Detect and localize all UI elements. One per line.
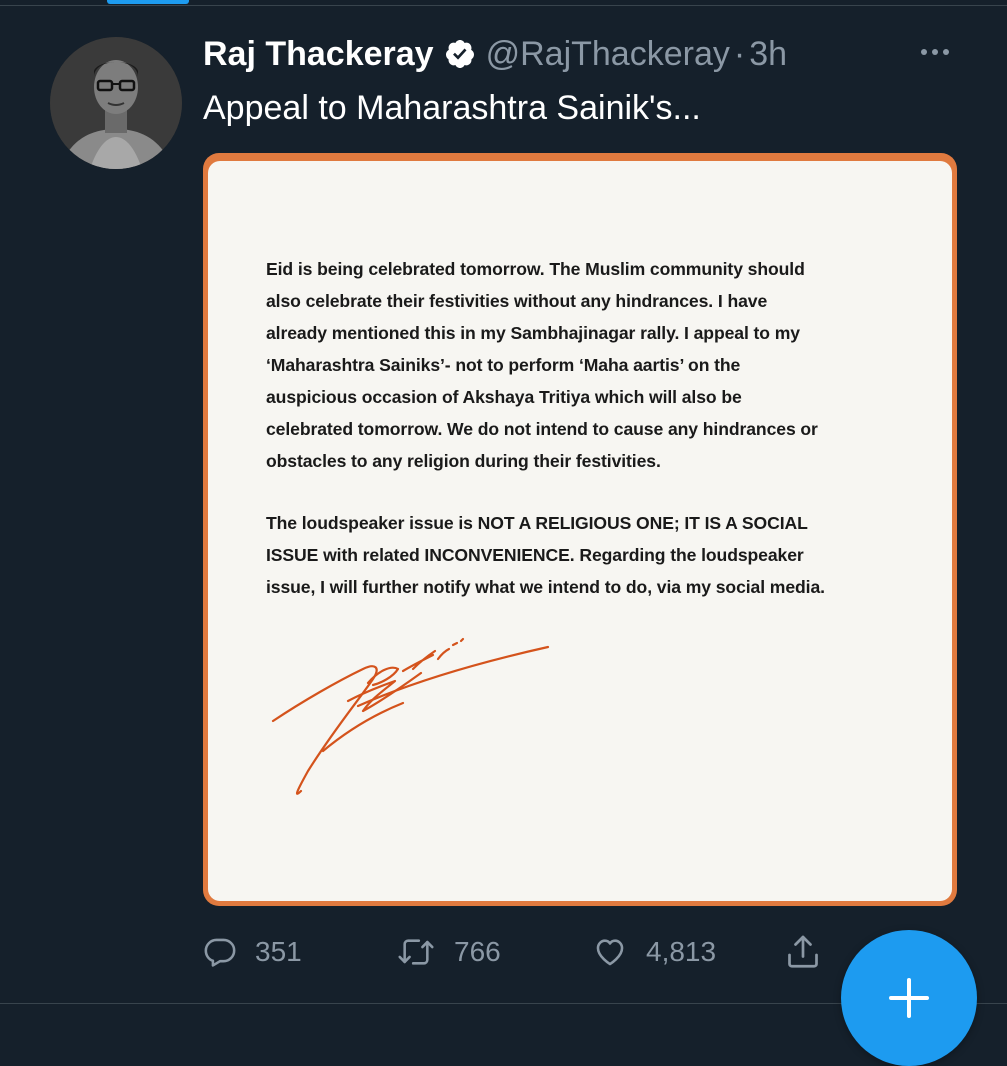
- letter-line: Eid is being celebrated tomorrow. The Mu…: [266, 259, 805, 279]
- compose-tweet-button[interactable]: [841, 930, 977, 1066]
- retweet-icon: [398, 939, 434, 965]
- letter-paper: Eid is being celebrated tomorrow. The Mu…: [208, 161, 952, 901]
- share-icon: [788, 935, 818, 968]
- letter-body: Eid is being celebrated tomorrow. The Mu…: [266, 253, 926, 603]
- more-icon[interactable]: [915, 42, 955, 62]
- tweet-header: Raj Thackeray @RajThackeray · 3h: [203, 30, 787, 78]
- letter-line: ISSUE with related INCONVENIENCE. Regard…: [266, 545, 804, 565]
- retweet-button[interactable]: 766: [396, 928, 501, 976]
- author-avatar[interactable]: [50, 37, 182, 169]
- heart-icon: [596, 939, 624, 966]
- header-separator: ·: [733, 34, 746, 73]
- verified-badge-icon: [444, 38, 476, 70]
- like-count: 4,813: [646, 936, 717, 967]
- avatar-photo: [50, 37, 182, 169]
- letter-line: auspicious occasion of Akshaya Tritiya w…: [266, 387, 742, 407]
- share-button[interactable]: [785, 928, 821, 976]
- top-divider: [0, 5, 1007, 6]
- tweet-media-image[interactable]: Eid is being celebrated tomorrow. The Mu…: [203, 153, 957, 906]
- like-button[interactable]: 4,813: [592, 928, 716, 976]
- letter-line: obstacles to any religion during their f…: [266, 451, 661, 471]
- more-dot: [943, 49, 949, 55]
- reply-count: 351: [255, 936, 302, 967]
- active-tab-indicator: [107, 0, 189, 4]
- retweet-count: 766: [454, 936, 501, 967]
- letter-line: ‘Maharashtra Sainiks’- not to perform ‘M…: [266, 355, 741, 375]
- tweet-text: Appeal to Maharashtra Sainik's...: [203, 89, 701, 127]
- signature-image: [271, 637, 550, 795]
- letter-line: The loudspeaker issue is NOT A RELIGIOUS…: [266, 513, 808, 533]
- letter-line: issue, I will further notify what we int…: [266, 577, 825, 597]
- letter-line: already mentioned this in my Sambhajinag…: [266, 323, 800, 343]
- reply-button[interactable]: 351: [203, 928, 302, 976]
- more-dot: [921, 49, 927, 55]
- tweet-actions: 351 766 4,813: [203, 928, 843, 976]
- author-handle[interactable]: @RajThackeray: [486, 35, 730, 74]
- more-dot: [932, 49, 938, 55]
- letter-line: celebrated tomorrow. We do not intend to…: [266, 419, 818, 439]
- tweet-time[interactable]: 3h: [749, 35, 787, 74]
- plus-icon: [889, 978, 929, 1018]
- reply-icon: [204, 938, 236, 967]
- letter-line: also celebrate their festivities without…: [266, 291, 768, 311]
- author-name[interactable]: Raj Thackeray: [203, 35, 434, 74]
